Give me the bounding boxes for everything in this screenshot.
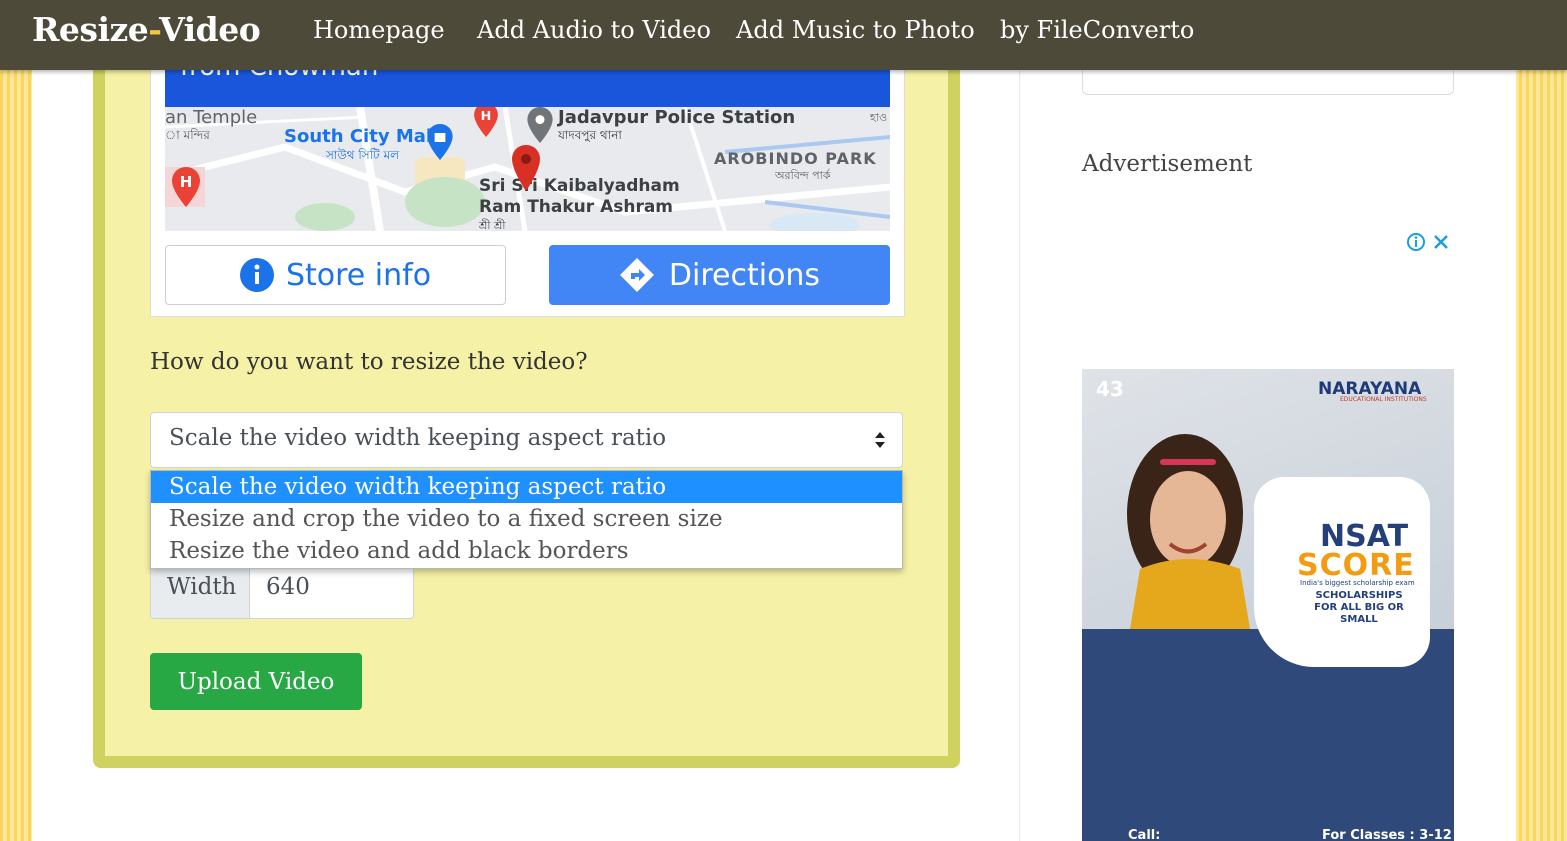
- ad-years: 43: [1096, 377, 1124, 401]
- ad-scholarship-text: SCHOLARSHIPS FOR ALL BIG OR SMALL: [1314, 590, 1404, 625]
- map-label-park: AROBINDO PARK: [714, 149, 877, 168]
- logo-dash: -: [148, 10, 160, 49]
- nav-link-add-audio[interactable]: Add Audio to Video: [477, 16, 711, 44]
- map-label-ashram-bn: শ্রী শ্রী: [479, 219, 506, 231]
- shopping-pin-icon: [427, 124, 453, 160]
- logo-text-part1: Resize: [32, 10, 149, 49]
- logo-text-part2: Video: [159, 10, 261, 49]
- top-navigation-bar: Resize-Video Homepage Add Audio to Video…: [0, 0, 1567, 70]
- nav-link-add-music[interactable]: Add Music to Photo: [736, 16, 975, 44]
- directions-icon: [619, 258, 654, 292]
- map-label-temple-bn: া মন্দির: [165, 128, 210, 142]
- map-label-police-bn: যাদবপুর থানা: [558, 128, 622, 142]
- ad-controls: [1406, 232, 1450, 252]
- directions-label: Directions: [668, 257, 821, 293]
- hospital-pin-icon: H: [474, 107, 498, 137]
- police-pin-icon: [527, 107, 553, 143]
- width-input-group: Width 640: [150, 562, 414, 619]
- dropdown-option[interactable]: Resize the video and add black borders: [151, 535, 902, 567]
- site-logo[interactable]: Resize-Video: [32, 10, 261, 49]
- select-arrows-icon: [875, 432, 885, 448]
- map-label-mall: South City Mall: [284, 126, 439, 147]
- width-label: Width: [151, 562, 250, 618]
- advertisement-label: Advertisement: [1082, 151, 1253, 177]
- map-label-temple: an Temple: [165, 107, 258, 128]
- resize-mode-dropdown: Scale the video width keeping aspect rat…: [150, 470, 903, 569]
- dropdown-option[interactable]: Resize and crop the video to a fixed scr…: [151, 503, 902, 535]
- ad-brand-subtitle: EDUCATIONAL INSTITUTIONS: [1340, 396, 1427, 403]
- upload-video-button[interactable]: Upload Video: [150, 653, 362, 710]
- info-icon: [239, 258, 274, 292]
- map-label-corner-bn: হাও: [870, 111, 888, 124]
- ad-creative[interactable]: 43 NARAYANA EDUCATIONAL INSTITUTIONS NSA…: [1082, 369, 1454, 841]
- resize-question: How do you want to resize the video?: [150, 349, 588, 375]
- dropdown-option[interactable]: Scale the video width keeping aspect rat…: [151, 471, 902, 503]
- ad-info-icon[interactable]: [1406, 232, 1426, 252]
- ad-student-image: [1127, 434, 1250, 629]
- map-label-ashram-line1: Sri Sri Kaibalyadham: [479, 176, 680, 196]
- ad-classes-text: For Classes : 3-12: [1322, 828, 1452, 841]
- location-marker-icon: [512, 145, 540, 191]
- sidebar-divider: [1019, 0, 1020, 841]
- map-label-mall-bn: সাউথ সিটি মল: [326, 148, 400, 162]
- nav-link-homepage[interactable]: Homepage: [313, 16, 445, 44]
- resize-mode-value: Scale the video width keeping aspect rat…: [169, 425, 667, 451]
- nav-link-fileconverto[interactable]: by FileConverto: [1000, 16, 1194, 44]
- store-info-button[interactable]: Store info: [165, 245, 506, 305]
- hospital-pin-icon: H: [172, 167, 200, 207]
- ad-score-text: SCORE: [1297, 548, 1415, 583]
- map-label-police: Jadavpur Police Station: [558, 107, 796, 128]
- directions-button[interactable]: Directions: [549, 245, 890, 305]
- svg-text:H: H: [180, 173, 193, 191]
- width-input[interactable]: 640: [251, 562, 413, 618]
- ad-close-icon[interactable]: [1432, 233, 1450, 251]
- svg-text:H: H: [481, 109, 492, 124]
- ad-call-text: Call:: [1128, 828, 1161, 841]
- map-label-park-bn: অরবিন্দ পার্ক: [775, 169, 831, 182]
- resize-mode-select[interactable]: Scale the video width keeping aspect rat…: [150, 412, 903, 468]
- ad-tagline: India's biggest scholarship exam: [1300, 579, 1415, 587]
- store-info-label: Store info: [285, 257, 432, 293]
- map-label-ashram-line2: Ram Thakur Ashram: [479, 197, 674, 217]
- map-view[interactable]: an Temple া মন্দির South City Mall সাউথ …: [165, 107, 890, 231]
